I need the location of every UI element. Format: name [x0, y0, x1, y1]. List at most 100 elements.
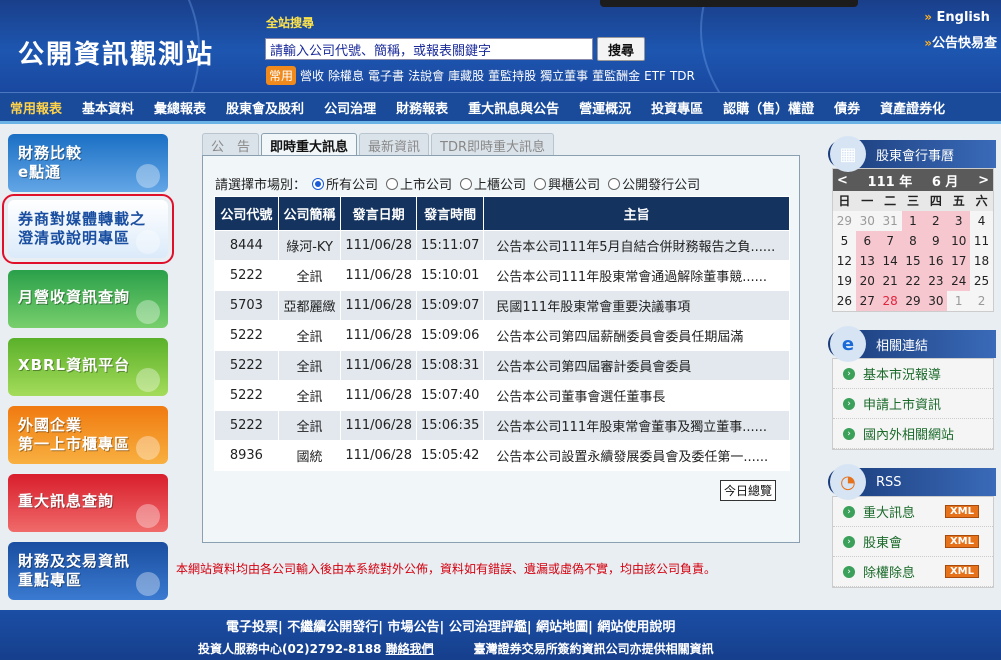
promo-banner[interactable]: 財務及交易資訊 重點專區 [8, 542, 168, 600]
english-link[interactable]: » English [924, 10, 997, 32]
calendar-day[interactable]: 9 [924, 231, 948, 251]
calendar-day[interactable]: 3 [947, 211, 971, 231]
calendar-day[interactable]: 18 [970, 251, 993, 271]
calendar-day[interactable]: 4 [970, 211, 993, 231]
table-row[interactable]: 5222 全訊 111/06/28 15:08:31 公告本公司第四屆審計委員會委員 [214, 350, 790, 381]
xml-badge[interactable]: XML [944, 535, 979, 548]
calendar-day[interactable]: 29 [901, 291, 925, 311]
calendar-day[interactable]: 12 [833, 251, 856, 271]
today-overview-button[interactable]: 今日總覽 [720, 480, 777, 501]
quick-link[interactable]: ETF [644, 69, 666, 83]
nav-item[interactable]: 重大訊息與公告 [458, 98, 569, 117]
promo-banner[interactable]: 重大訊息查詢 [8, 474, 168, 532]
quick-link[interactable]: 董監酬金 [592, 67, 640, 84]
calendar-day[interactable]: 17 [947, 251, 971, 271]
table-row[interactable]: 8936 國統 111/06/28 15:05:42 公告本公司設置永續發展委員會及委任… [214, 440, 790, 471]
calendar-day[interactable]: 25 [970, 271, 993, 291]
market-radio[interactable]: 上櫃公司 [460, 174, 526, 193]
calendar-day[interactable]: 15 [901, 251, 925, 271]
calendar-day[interactable]: 14 [878, 251, 902, 271]
calendar-day[interactable]: 28 [878, 291, 902, 311]
news-subject[interactable]: 公告本公司董事會選任董事長 [483, 380, 790, 411]
promo-banner[interactable]: XBRL資訊平台 [8, 338, 168, 396]
search-button[interactable]: 搜尋 [597, 37, 645, 61]
xml-badge[interactable]: XML [944, 565, 979, 578]
nav-item[interactable]: 認購（售）權證 [713, 98, 824, 117]
news-subject[interactable]: 公告本公司第四屆薪酬委員會委員任期屆滿 [483, 320, 790, 351]
nav-item[interactable]: 營運概況 [569, 98, 641, 117]
promo-banner[interactable]: 財務比較 e點通 [8, 134, 168, 192]
calendar-day[interactable]: 2 [970, 291, 993, 311]
calendar-day[interactable]: 20 [855, 271, 879, 291]
promo-banner[interactable]: 外國企業 第一上市櫃專區 [8, 406, 168, 464]
table-row[interactable]: 8444 綠河-KY 111/06/28 15:11:07 公告本公司111年5月自結合… [214, 230, 790, 261]
xml-badge[interactable]: XML [944, 505, 979, 518]
nav-item[interactable]: 財務報表 [386, 98, 458, 117]
tab[interactable]: 公 告 [202, 133, 260, 155]
table-row[interactable]: 5703 亞都麗緻 111/06/28 15:09:07 民國111年股東常會重要決議事… [214, 290, 790, 321]
calendar-day[interactable]: 22 [901, 271, 925, 291]
calendar-day[interactable]: 1 [947, 291, 970, 311]
calendar-day[interactable]: 13 [855, 251, 879, 271]
calendar-day[interactable]: 11 [970, 231, 993, 251]
market-radio[interactable]: 公開發行公司 [608, 174, 700, 193]
promo-banner[interactable]: 月營收資訊查詢 [8, 270, 168, 328]
promo-banner[interactable]: 券商對媒體轉載之 澄清或說明專區 [2, 194, 174, 264]
calendar-day[interactable]: 21 [878, 271, 902, 291]
calendar-day[interactable]: 31 [879, 211, 902, 231]
site-logo-title[interactable]: 公開資訊觀測站 [18, 34, 214, 71]
nav-item[interactable]: 債券 [824, 98, 870, 117]
nav-item[interactable]: 投資專區 [641, 98, 713, 117]
quick-link[interactable]: TDR [670, 69, 695, 83]
calendar-day[interactable]: 30 [856, 211, 879, 231]
calendar-day[interactable]: 7 [878, 231, 902, 251]
quick-link[interactable]: 營收 [300, 67, 324, 84]
radio-button[interactable] [460, 177, 473, 190]
nav-item[interactable]: 常用報表 [0, 98, 72, 117]
calendar-day[interactable]: 8 [901, 231, 925, 251]
news-subject[interactable]: 公告本公司111年5月自結合併財務報告之負...... [483, 230, 790, 261]
nav-item[interactable]: 公司治理 [314, 98, 386, 117]
table-row[interactable]: 5222 全訊 111/06/28 15:06:35 公告本公司111年股東常會董事及獨… [214, 410, 790, 441]
related-link[interactable]: › 國內外相關網站 [833, 419, 993, 449]
calendar-day[interactable]: 19 [833, 271, 856, 291]
nav-item[interactable]: 資產證券化 [870, 98, 955, 117]
news-subject[interactable]: 公告本公司設置永續發展委員會及委任第一...... [483, 440, 790, 471]
calendar-day[interactable]: 6 [855, 231, 879, 251]
table-row[interactable]: 5222 全訊 111/06/28 15:07:40 公告本公司董事會選任董事長 [214, 380, 790, 411]
market-radio[interactable]: 上市公司 [386, 174, 452, 193]
calendar-day[interactable]: 29 [833, 211, 856, 231]
next-month-button[interactable]: > [978, 173, 989, 188]
contact-us-link[interactable]: 聯絡我們 [386, 642, 434, 656]
quick-link[interactable]: 庫藏股 [448, 67, 484, 84]
nav-item[interactable]: 彙總報表 [144, 98, 216, 117]
nav-item[interactable]: 股東會及股利 [216, 98, 314, 117]
radio-button[interactable] [312, 177, 325, 190]
table-row[interactable]: 5222 全訊 111/06/28 15:09:06 公告本公司第四屆薪酬委員會委員任期… [214, 320, 790, 351]
related-link[interactable]: › 基本市況報導 [833, 359, 993, 389]
quick-link[interactable]: 獨立董事 [540, 67, 588, 84]
news-subject[interactable]: 公告本公司111年股東常會董事及獨立董事...... [483, 410, 790, 441]
calendar-day[interactable]: 26 [833, 291, 856, 311]
table-row[interactable]: 5222 全訊 111/06/28 15:10:01 公告本公司111年股東常會通過解除… [214, 260, 790, 291]
search-input[interactable] [265, 38, 593, 60]
calendar-day[interactable]: 1 [901, 211, 925, 231]
rss-link[interactable]: › 股東會 XML [833, 527, 993, 557]
news-subject[interactable]: 民國111年股東常會重要決議事項 [483, 290, 790, 321]
radio-button[interactable] [534, 177, 547, 190]
calendar-day[interactable]: 2 [924, 211, 948, 231]
calendar-day[interactable]: 23 [924, 271, 948, 291]
market-radio[interactable]: 所有公司 [312, 174, 378, 193]
quick-link[interactable]: 除權息 [328, 67, 364, 84]
market-radio[interactable]: 興櫃公司 [534, 174, 600, 193]
rss-link[interactable]: › 重大訊息 XML [833, 497, 993, 527]
tab[interactable]: 即時重大訊息 [261, 133, 358, 155]
footer-links[interactable]: 電子投票| 不繼續公開發行| 市場公告| 公司治理評鑑| 網站地圖| 網站使用說… [226, 616, 675, 635]
prev-month-button[interactable]: < [837, 173, 848, 188]
radio-button[interactable] [608, 177, 621, 190]
related-link[interactable]: › 申請上市資訊 [833, 389, 993, 419]
calendar-day[interactable]: 27 [855, 291, 879, 311]
tab[interactable]: 最新資訊 [359, 133, 430, 155]
quick-link[interactable]: 董監持股 [488, 67, 536, 84]
tab[interactable]: TDR即時重大訊息 [431, 133, 555, 155]
